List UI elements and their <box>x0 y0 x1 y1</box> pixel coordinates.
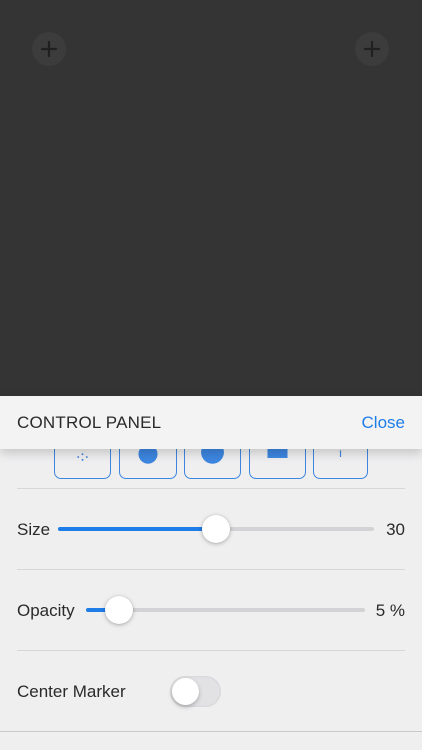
opacity-label: Opacity <box>17 601 75 620</box>
panel-title: CONTROL PANEL <box>17 413 162 432</box>
control-panel: CONTROL PANEL Close Size 30 Opacity 5 % … <box>0 396 422 750</box>
size-slider[interactable] <box>58 514 374 544</box>
center-marker-label: Center Marker <box>17 682 126 701</box>
divider <box>17 650 405 651</box>
divider <box>17 488 405 489</box>
divider <box>0 731 422 732</box>
size-label: Size <box>17 520 51 539</box>
toggle-knob <box>172 678 199 705</box>
add-marker-button-left[interactable] <box>32 32 66 66</box>
plus-icon <box>40 40 58 58</box>
slider-thumb[interactable] <box>105 596 133 624</box>
plus-icon <box>363 40 381 58</box>
slider-thumb[interactable] <box>202 515 230 543</box>
size-value: 30 <box>386 520 405 539</box>
opacity-slider[interactable] <box>86 595 365 625</box>
divider <box>17 569 405 570</box>
close-button[interactable]: Close <box>362 413 405 433</box>
opacity-value: 5 % <box>375 601 405 620</box>
add-marker-button-right[interactable] <box>355 32 389 66</box>
app-screen: CONTROL PANEL Close Size 30 Opacity 5 % … <box>0 0 422 750</box>
slider-fill <box>58 527 216 531</box>
center-marker-toggle[interactable] <box>170 676 221 707</box>
control-panel-header: CONTROL PANEL Close <box>0 396 422 449</box>
